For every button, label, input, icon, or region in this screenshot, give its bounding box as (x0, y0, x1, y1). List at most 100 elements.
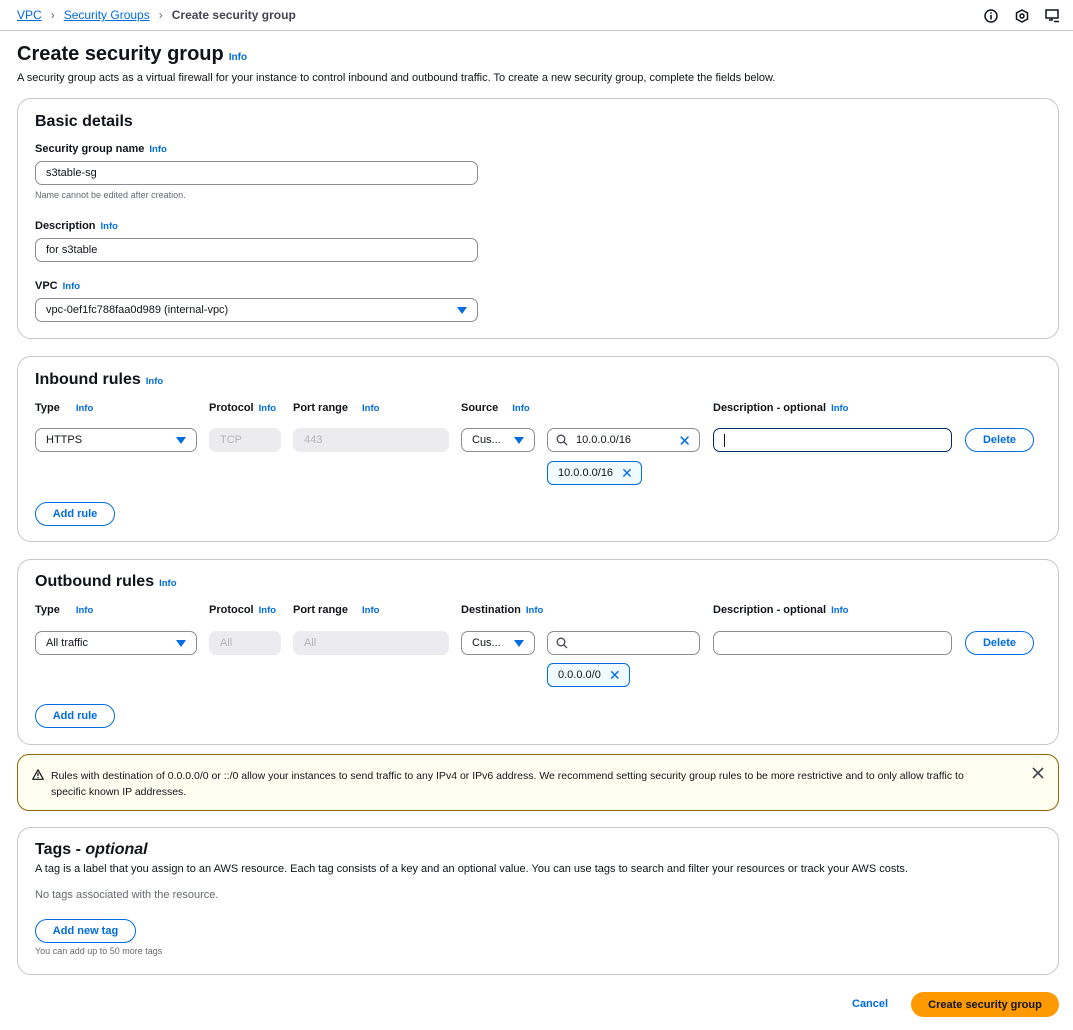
info-link[interactable]: Info (259, 605, 276, 616)
info-link[interactable]: Info (362, 403, 379, 414)
settings-hex-icon[interactable] (1013, 7, 1030, 24)
security-group-name-label: Security group name Info (35, 143, 167, 155)
create-security-group-button[interactable]: Create security group (911, 992, 1059, 1017)
outbound-description-input[interactable] (713, 631, 952, 655)
outbound-add-rule-button[interactable]: Add rule (35, 704, 115, 728)
cloudshell-icon[interactable] (1044, 7, 1061, 24)
protocol-column-label: Protocol Info (209, 604, 276, 616)
label-text: Port range (293, 402, 349, 414)
outbound-destination-token: 0.0.0.0/0 ✕ (547, 663, 630, 687)
remove-token-icon[interactable]: ✕ (609, 668, 621, 682)
label-text: Port range (293, 604, 349, 616)
clear-icon[interactable]: ✕ (678, 432, 691, 450)
type-column-label: Type Info (35, 402, 93, 414)
caret-down-icon (514, 640, 524, 647)
top-bar: VPC › Security Groups › Create security … (0, 0, 1073, 31)
select-value: All traffic (46, 637, 88, 649)
type-column-label: Type Info (35, 604, 93, 616)
warning-alert: Rules with destination of 0.0.0.0/0 or :… (17, 754, 1059, 811)
page-title: Create security group Info (17, 43, 247, 66)
inbound-rules-panel: Inbound rules Info Type Info Protocol Info … (17, 356, 1059, 542)
tags-heading: Tags - optional (35, 841, 148, 859)
select-value: HTTPS (46, 434, 83, 446)
chevron-right-icon: › (50, 8, 55, 22)
port-range-column-label: Port range Info (293, 402, 379, 414)
heading-optional: optional (85, 841, 148, 858)
vpc-select[interactable]: vpc-0ef1fc788faa0d989 (internal-vpc) (35, 298, 478, 322)
info-link[interactable]: Info (831, 605, 848, 616)
search-icon (556, 637, 568, 649)
breadcrumb: VPC › Security Groups › Create security … (17, 8, 296, 22)
add-new-tag-button[interactable]: Add new tag (35, 919, 136, 943)
cancel-button[interactable]: Cancel (852, 998, 888, 1010)
text-cursor (724, 433, 725, 447)
basic-details-heading: Basic details (35, 113, 133, 130)
destination-column-label: Destination Info (461, 604, 543, 616)
token-label: 10.0.0.0/16 (558, 467, 614, 479)
field-value: All (304, 637, 317, 649)
inbound-protocol-field: TCP (209, 428, 281, 452)
chevron-right-icon: › (158, 8, 163, 22)
caret-down-icon (176, 437, 186, 444)
select-value: Cus... (472, 637, 501, 649)
label-text: Protocol (209, 604, 254, 616)
page-description: A security group acts as a virtual firew… (17, 72, 776, 84)
info-link[interactable]: Info (259, 403, 276, 414)
outbound-delete-button[interactable]: Delete (965, 631, 1034, 655)
description-input[interactable]: for s3table (35, 238, 478, 262)
label-text: Security group name (35, 143, 145, 155)
label-text: Description - optional (713, 604, 827, 616)
info-link[interactable]: Info (146, 376, 163, 387)
remove-token-icon[interactable]: ✕ (621, 466, 633, 480)
warning-alert-text: Rules with destination of 0.0.0.0/0 or :… (51, 770, 964, 798)
inbound-source-token: 10.0.0.0/16 ✕ (547, 461, 642, 485)
heading-text: Tags - (35, 841, 86, 858)
outbound-destination-search-input[interactable] (547, 631, 700, 655)
outbound-type-select[interactable]: All traffic (35, 631, 197, 655)
heading-text: Outbound rules (35, 573, 155, 590)
info-link[interactable]: Info (526, 605, 543, 616)
input-value: for s3table (46, 244, 98, 256)
outbound-destination-type-select[interactable]: Cus... (461, 631, 535, 655)
inbound-source-type-select[interactable]: Cus... (461, 428, 535, 452)
info-link[interactable]: Info (101, 221, 118, 232)
outbound-protocol-field: All (209, 631, 281, 655)
caret-down-icon (514, 437, 524, 444)
close-icon[interactable] (1032, 767, 1044, 782)
inbound-description-input[interactable] (713, 428, 952, 452)
outbound-port-range-field: All (293, 631, 449, 655)
info-link[interactable]: Info (159, 578, 176, 589)
breadcrumb-current: Create security group (171, 8, 296, 22)
caret-down-icon (176, 640, 186, 647)
breadcrumb-security-groups[interactable]: Security Groups (64, 8, 150, 22)
caret-down-icon (457, 307, 467, 314)
label-text: Source (461, 402, 499, 414)
tags-panel: Tags - optional A tag is a label that yo… (17, 827, 1059, 975)
inbound-delete-button[interactable]: Delete (965, 428, 1034, 452)
info-link[interactable]: Info (512, 403, 529, 414)
page-title-text: Create security group (17, 43, 224, 65)
breadcrumb-vpc[interactable]: VPC (17, 8, 42, 22)
info-link[interactable]: Info (362, 605, 379, 616)
label-text: Destination (461, 604, 521, 616)
tags-description: A tag is a label that you assign to an A… (35, 863, 908, 875)
info-link[interactable]: Info (831, 403, 848, 414)
source-column-label: Source Info (461, 402, 530, 414)
inbound-add-rule-button[interactable]: Add rule (35, 502, 115, 526)
inbound-source-search-input[interactable]: 10.0.0.0/16 ✕ (547, 428, 700, 452)
input-value: s3table-sg (46, 167, 97, 179)
label-text: Description (35, 220, 96, 232)
label-text: Protocol (209, 402, 254, 414)
info-link[interactable]: Info (229, 52, 247, 63)
info-link[interactable]: Info (63, 281, 80, 292)
description-column-label: Description - optional Info (713, 402, 848, 414)
info-link[interactable]: Info (149, 144, 166, 155)
description-label: Description Info (35, 220, 118, 232)
inbound-type-select[interactable]: HTTPS (35, 428, 197, 452)
info-link[interactable]: Info (76, 403, 93, 414)
field-value: 443 (304, 434, 323, 446)
info-link[interactable]: Info (76, 605, 93, 616)
info-circle-icon[interactable] (982, 7, 999, 24)
basic-details-panel: Basic details Security group name Info s3… (17, 98, 1059, 339)
security-group-name-input[interactable]: s3table-sg (35, 161, 478, 185)
